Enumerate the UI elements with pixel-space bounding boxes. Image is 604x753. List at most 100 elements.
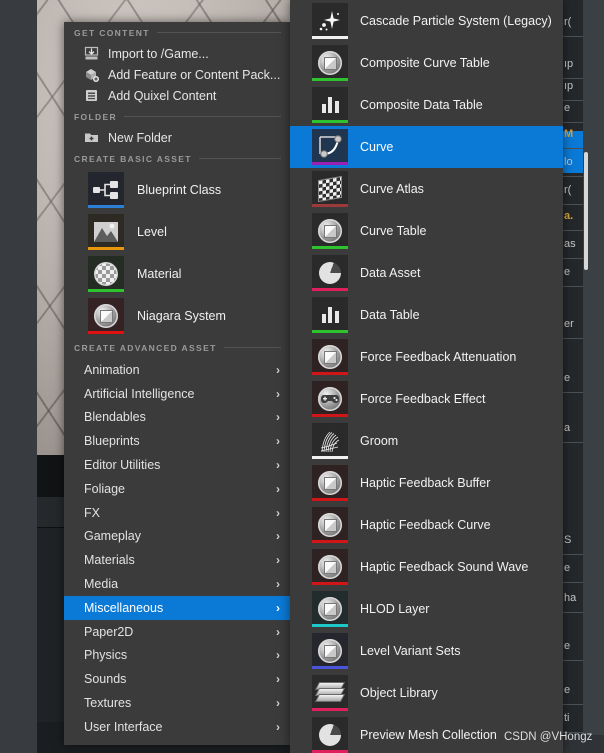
submenu-item-cascade-particle-system-legacy[interactable]: Cascade Particle System (Legacy) <box>290 0 563 42</box>
submenu-item-label: Haptic Feedback Buffer <box>360 476 491 490</box>
category-item-label: User Interface <box>84 719 163 734</box>
category-item-foliage[interactable]: Foliage › <box>64 477 290 501</box>
sphere-cube-icon <box>318 513 342 537</box>
submenu-item-haptic-feedback-curve[interactable]: Haptic Feedback Curve <box>290 504 563 546</box>
content-browser-context-menu[interactable]: GET CONTENT Import to /Game... Add Feature… <box>64 22 290 745</box>
submenu-item-hlod-layer[interactable]: HLOD Layer <box>290 588 563 630</box>
category-item-editor-utilities[interactable]: Editor Utilities › <box>64 453 290 477</box>
category-item-sounds[interactable]: Sounds › <box>64 667 290 691</box>
category-item-label: Foliage <box>84 481 125 496</box>
category-item-label: Physics <box>84 648 128 663</box>
background-row-divider <box>563 704 583 705</box>
category-item-miscellaneous[interactable]: Miscellaneous › <box>64 595 290 620</box>
category-item-gameplay[interactable]: Gameplay › <box>64 525 290 549</box>
submenu-item-force-feedback-attenuation[interactable]: Force Feedback Attenuation <box>290 336 563 378</box>
menu-item-add-feature-or-content-pack[interactable]: Add Feature or Content Pack... <box>64 64 290 85</box>
submenu-icon-tile <box>312 171 348 207</box>
chevron-right-icon: › <box>276 672 280 687</box>
miscellaneous-submenu[interactable]: Cascade Particle System (Legacy) Composit… <box>290 0 563 753</box>
chevron-right-icon: › <box>276 577 280 592</box>
submenu-item-force-feedback-effect[interactable]: Force Feedback Effect <box>290 378 563 420</box>
background-row-divider <box>563 442 583 443</box>
background-text-fragment: e <box>564 372 571 384</box>
category-item-blendables[interactable]: Blendables › <box>64 406 290 430</box>
add-feature-icon <box>84 67 99 82</box>
menu-item-new-folder[interactable]: New Folder <box>64 127 290 148</box>
section-divider <box>223 347 281 348</box>
chevron-right-icon: › <box>276 386 280 401</box>
menu-item-add-quixel-content[interactable]: Add Quixel Content <box>64 85 290 106</box>
submenu-icon-tile <box>312 339 348 375</box>
category-item-textures[interactable]: Textures › <box>64 691 290 715</box>
category-item-label: Gameplay <box>84 529 141 544</box>
submenu-icon-tile <box>312 3 348 39</box>
submenu-icon-tile <box>312 633 348 669</box>
submenu-item-curve-atlas[interactable]: Curve Atlas <box>290 168 563 210</box>
asset-item-label: Blueprint Class <box>137 183 222 197</box>
menu-item-label: New Folder <box>108 130 172 145</box>
asset-item-level[interactable]: Level <box>64 211 290 253</box>
submenu-icon-tile <box>312 549 348 585</box>
category-item-label: Sounds <box>84 672 127 687</box>
submenu-item-composite-curve-table[interactable]: Composite Curve Table <box>290 42 563 84</box>
category-item-animation[interactable]: Animation › <box>64 358 290 382</box>
submenu-item-data-table[interactable]: Data Table <box>290 294 563 336</box>
submenu-accent-bar <box>312 624 348 627</box>
background-row-divider <box>563 36 583 37</box>
submenu-item-curve-table[interactable]: Curve Table <box>290 210 563 252</box>
background-row-divider <box>563 122 583 123</box>
submenu-accent-bar <box>312 582 348 585</box>
category-item-physics[interactable]: Physics › <box>64 644 290 668</box>
asset-item-material[interactable]: Material <box>64 253 290 295</box>
chevron-right-icon: › <box>276 481 280 496</box>
submenu-item-haptic-feedback-sound-wave[interactable]: Haptic Feedback Sound Wave <box>290 546 563 588</box>
submenu-item-label: Level Variant Sets <box>360 644 461 658</box>
background-asset-panel: r(ıp ıp e Mlo r(a. as e er e a Se ha e e ti <box>563 0 604 753</box>
section-divider <box>124 116 281 117</box>
submenu-accent-bar <box>312 540 348 543</box>
pie-icon <box>319 262 341 284</box>
sphere-cube-icon <box>318 597 342 621</box>
background-text-fragment: ti <box>564 712 570 724</box>
background-row-divider <box>563 338 583 339</box>
background-row-divider <box>563 176 583 177</box>
asset-item-niagara-system[interactable]: Niagara System <box>64 295 290 337</box>
background-row-divider <box>563 230 583 231</box>
background-row-divider <box>563 78 583 79</box>
background-text-fragment: e <box>564 266 571 278</box>
chevron-right-icon: › <box>276 458 280 473</box>
material-icon <box>94 262 118 286</box>
submenu-item-label: Composite Curve Table <box>360 56 490 70</box>
submenu-accent-bar <box>312 204 348 207</box>
asset-accent-bar <box>88 205 124 208</box>
submenu-icon-tile <box>312 213 348 249</box>
submenu-item-object-library[interactable]: Object Library <box>290 672 563 714</box>
submenu-item-groom[interactable]: Groom <box>290 420 563 462</box>
category-item-blueprints[interactable]: Blueprints › <box>64 429 290 453</box>
category-item-label: Artificial Intelligence <box>84 386 195 401</box>
category-item-user-interface[interactable]: User Interface › <box>64 715 290 739</box>
background-text-fragment: ha <box>564 592 577 604</box>
category-item-fx[interactable]: FX › <box>64 501 290 525</box>
category-item-materials[interactable]: Materials › <box>64 548 290 572</box>
asset-item-label: Material <box>137 267 182 281</box>
submenu-icon-tile <box>312 717 348 753</box>
category-item-paper2d[interactable]: Paper2D › <box>64 620 290 644</box>
menu-item-import-to-game[interactable]: Import to /Game... <box>64 43 290 64</box>
background-text-fragment: lo <box>564 156 573 168</box>
submenu-item-composite-data-table[interactable]: Composite Data Table <box>290 84 563 126</box>
asset-icon-tile <box>88 214 124 250</box>
submenu-item-haptic-feedback-buffer[interactable]: Haptic Feedback Buffer <box>290 462 563 504</box>
submenu-item-level-variant-sets[interactable]: Level Variant Sets <box>290 630 563 672</box>
curve-icon <box>315 134 345 160</box>
submenu-item-curve[interactable]: Curve <box>290 126 563 168</box>
background-panel-scrollbar[interactable] <box>584 152 588 270</box>
category-item-artificial-intelligence[interactable]: Artificial Intelligence › <box>64 382 290 406</box>
background-text-fragment: ıp <box>564 58 574 70</box>
asset-accent-bar <box>88 331 124 334</box>
category-item-media[interactable]: Media › <box>64 572 290 596</box>
asset-item-blueprint-class[interactable]: Blueprint Class <box>64 169 290 211</box>
gamepad-icon <box>318 387 342 411</box>
submenu-item-data-asset[interactable]: Data Asset <box>290 252 563 294</box>
quixel-icon <box>84 88 99 103</box>
